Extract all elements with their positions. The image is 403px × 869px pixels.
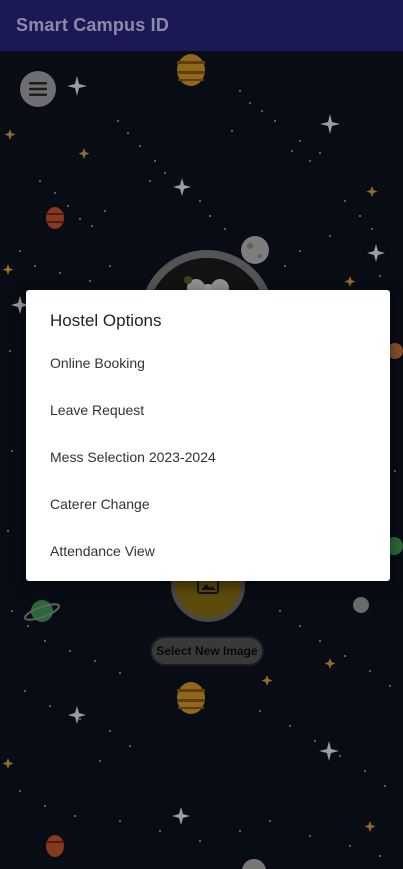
menu-button[interactable] (20, 71, 56, 107)
option-attendance-view[interactable]: Attendance View (50, 538, 366, 564)
app-bar: Smart Campus ID (0, 0, 403, 51)
option-caterer-change[interactable]: Caterer Change (50, 491, 366, 517)
option-mess-selection[interactable]: Mess Selection 2023-2024 (50, 444, 366, 470)
dialog-title: Hostel Options (50, 311, 162, 330)
hostel-options-dialog: Hostel Options Online Booking Leave Requ… (26, 290, 390, 581)
option-leave-request[interactable]: Leave Request (50, 397, 366, 423)
option-online-booking[interactable]: Online Booking (50, 350, 366, 376)
menu-icon (29, 82, 47, 96)
app-title: Smart Campus ID (16, 15, 170, 35)
